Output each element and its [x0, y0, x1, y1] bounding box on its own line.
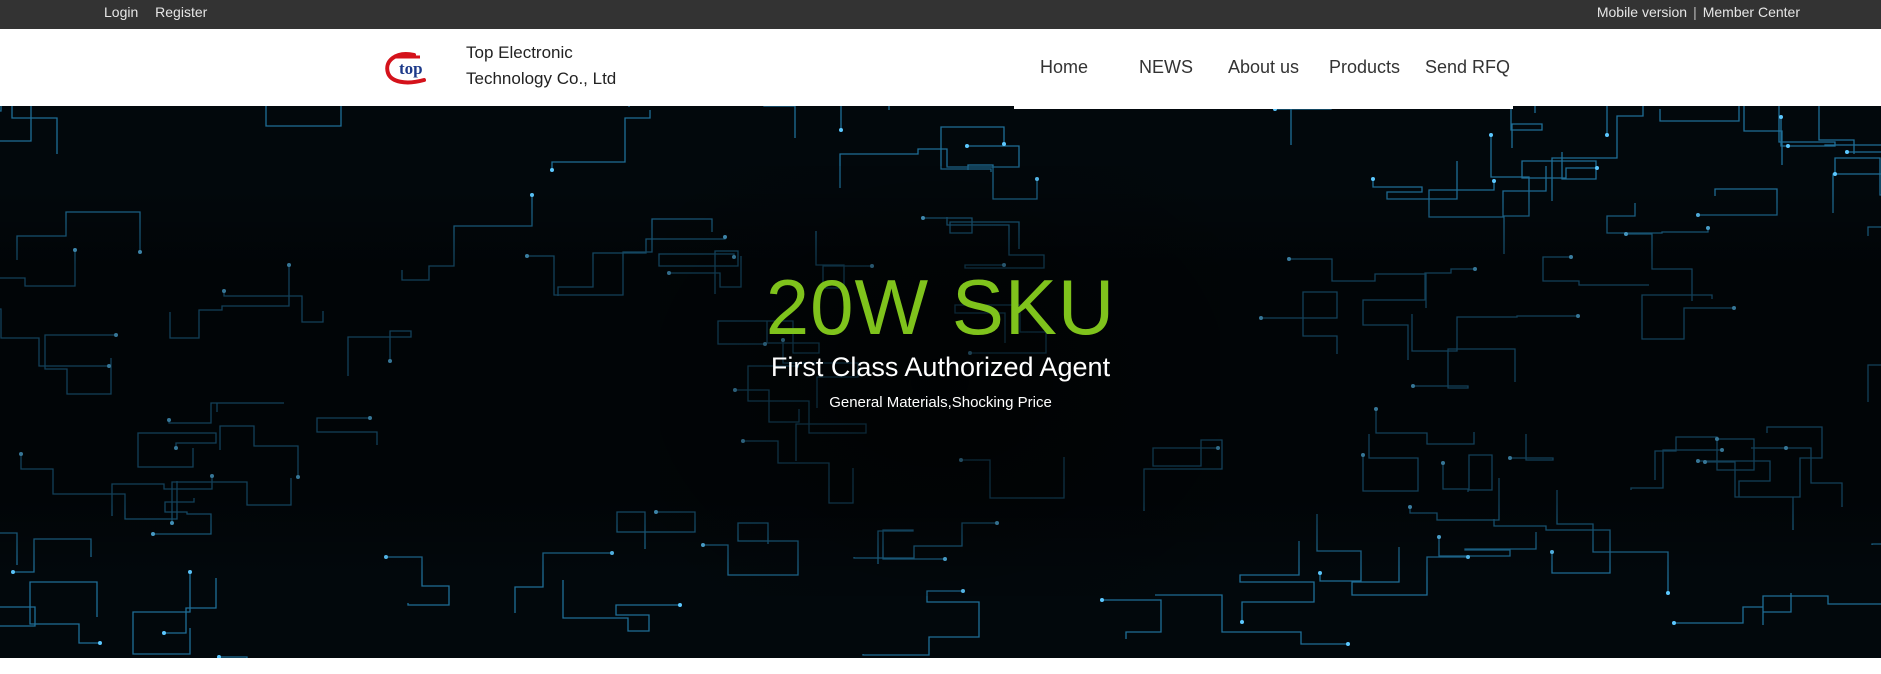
utility-links: Mobile version | Member Center — [1597, 4, 1800, 20]
nav-home[interactable]: Home — [1040, 57, 1088, 78]
circuit-node — [1240, 620, 1244, 624]
top-utility-bar: Login Register Mobile version | Member Cen… — [0, 0, 1881, 29]
main-nav: Home NEWS About us Products Send RFQ — [1014, 29, 1513, 109]
circuit-node — [217, 655, 221, 658]
circuit-node — [1666, 591, 1670, 595]
circuit-node — [1489, 133, 1493, 137]
circuit-node — [1595, 166, 1599, 170]
hero-subtitle: First Class Authorized Agent — [770, 352, 1111, 382]
circuit-node — [1786, 144, 1790, 148]
circuit-node — [550, 168, 554, 172]
circuit-node — [1492, 179, 1496, 183]
company-name-line2: Technology Co., Ltd — [466, 69, 617, 88]
company-name: Top Electronic Technology Co., Ltd — [466, 40, 616, 92]
site-header: top Top Electronic Technology Co., Ltd H… — [0, 29, 1881, 109]
circuit-node — [965, 144, 969, 148]
link-separator: | — [1693, 4, 1697, 20]
logo-text: top — [399, 59, 423, 78]
member-center-link[interactable]: Member Center — [1703, 4, 1800, 20]
register-link[interactable]: Register — [155, 4, 207, 20]
circuit-node — [1002, 142, 1006, 146]
hero-title: 20W SKU — [765, 263, 1116, 351]
hero-tagline: General Materials,Shocking Price — [829, 394, 1052, 411]
circuit-node — [1346, 642, 1350, 646]
nav-about-us[interactable]: About us — [1228, 57, 1299, 78]
circuit-node — [678, 603, 682, 607]
company-logo[interactable]: top — [384, 49, 434, 87]
circuit-node — [98, 641, 102, 645]
circuit-node — [1833, 172, 1837, 176]
nav-send-rfq[interactable]: Send RFQ — [1425, 57, 1510, 78]
hero-banner[interactable]: 20W SKU First Class Authorized Agent Gen… — [0, 106, 1881, 658]
circuit-node — [1672, 621, 1676, 625]
account-links: Login Register — [104, 4, 220, 20]
circuit-node — [1845, 150, 1849, 154]
nav-products[interactable]: Products — [1329, 57, 1400, 78]
mobile-version-link[interactable]: Mobile version — [1597, 4, 1687, 20]
circuit-node — [1371, 177, 1375, 181]
login-link[interactable]: Login — [104, 4, 138, 20]
circuit-node — [1605, 133, 1609, 137]
circuit-node — [162, 631, 166, 635]
company-name-line1: Top Electronic — [466, 43, 573, 62]
circuit-node — [839, 128, 843, 132]
nav-news[interactable]: NEWS — [1139, 57, 1193, 78]
circuit-node — [1100, 598, 1104, 602]
circuit-node — [1779, 115, 1783, 119]
